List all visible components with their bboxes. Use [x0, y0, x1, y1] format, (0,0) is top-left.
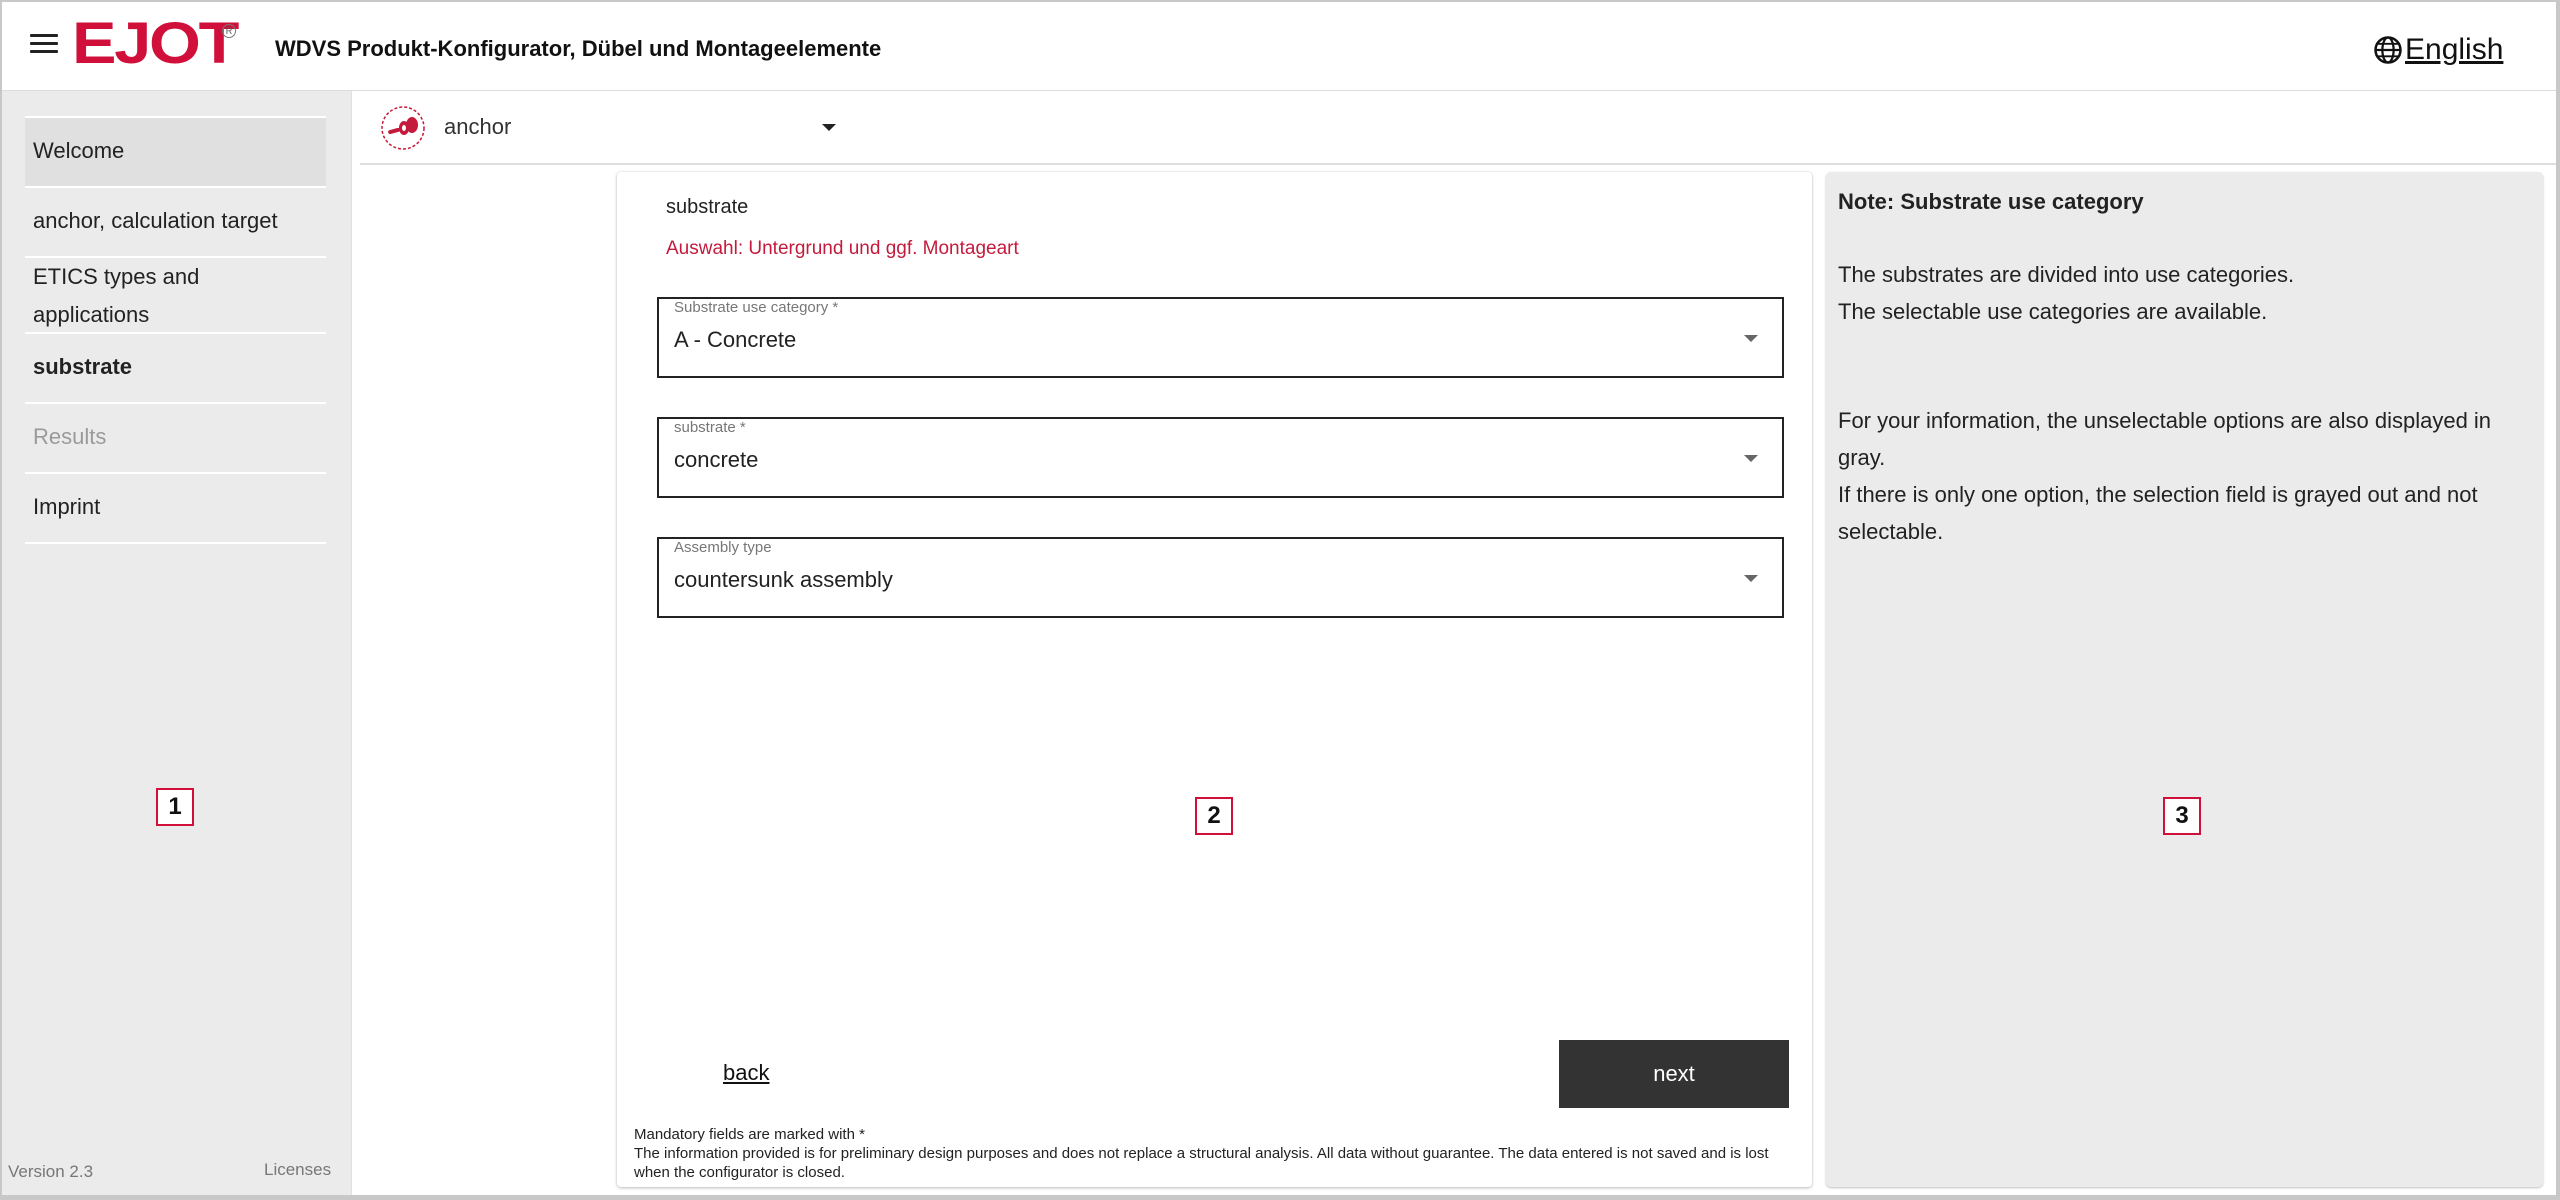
version-label: Version 2.3 — [8, 1162, 94, 1181]
region-marker-2: 2 — [1195, 797, 1233, 835]
disclaimer: The information provided is for prelimin… — [634, 1145, 1769, 1181]
anchor-selector-label: anchor — [444, 114, 512, 139]
field-value: concrete — [674, 447, 759, 472]
caret-down-icon — [1744, 575, 1758, 582]
ejot-logo: EJOT — [72, 11, 239, 76]
app-title: WDVS Produkt-Konfigurator, Dübel und Mon… — [275, 36, 882, 61]
language-switcher[interactable]: English — [2373, 33, 2503, 67]
note-text: If there is only one option, the selecti… — [1838, 482, 2478, 544]
registered-mark-icon: R — [222, 24, 236, 38]
form-card: substrate Auswahl: Untergrund und ggf. M… — [617, 172, 1812, 1187]
field-label: Assembly type — [674, 539, 772, 556]
next-button[interactable]: next — [1559, 1040, 1789, 1108]
assembly-type-select[interactable]: Assembly type countersunk assembly — [657, 537, 1784, 618]
note-title: Note: Substrate use category — [1838, 189, 2144, 214]
note-panel: Note: Substrate use category The substra… — [1826, 172, 2543, 1187]
region-marker-1: 1 — [156, 788, 194, 826]
sidebar-nav: Welcome anchor, calculation target ETICS… — [25, 116, 326, 544]
sidebar-item-results: Results — [25, 404, 326, 474]
mandatory-note: Mandatory fields are marked with * — [634, 1126, 865, 1143]
substrate-use-category-select[interactable]: Substrate use category * A - Concrete — [657, 297, 1784, 378]
field-label: substrate * — [674, 419, 746, 436]
caret-down-icon — [1744, 335, 1758, 342]
sidebar-item-imprint[interactable]: Imprint — [25, 474, 326, 544]
hamburger-menu-icon[interactable] — [30, 34, 58, 56]
note-text: The substrates are divided into use cate… — [1838, 262, 2295, 287]
step-title: substrate — [666, 196, 749, 218]
step-subtitle: Auswahl: Untergrund und ggf. Montageart — [666, 238, 1019, 259]
caret-down-icon[interactable] — [822, 124, 836, 131]
field-label: Substrate use category * — [674, 299, 839, 316]
note-text: For your information, the unselectable o… — [1838, 408, 2492, 470]
caret-down-icon — [1744, 455, 1758, 462]
field-value: A - Concrete — [674, 327, 797, 352]
sidebar-item-substrate[interactable]: substrate — [25, 334, 326, 404]
back-link[interactable]: back — [723, 1060, 769, 1086]
anchor-icon — [381, 106, 425, 150]
sidebar-item-anchor-calculation-target[interactable]: anchor, calculation target — [25, 188, 326, 258]
field-value: countersunk assembly — [674, 567, 893, 592]
licenses-link[interactable]: Licenses — [264, 1160, 331, 1180]
sidebar-item-welcome[interactable]: Welcome — [25, 118, 326, 188]
substrate-select[interactable]: substrate * concrete — [657, 417, 1784, 498]
app-header: EJOT R WDVS Produkt-Konfigurator, Dübel … — [0, 0, 2560, 91]
note-text: The selectable use categories are availa… — [1838, 299, 2268, 324]
footnote: Mandatory fields are marked with * The i… — [634, 1125, 1804, 1182]
language-label[interactable]: English — [2405, 33, 2503, 67]
anchor-selector[interactable]: anchor — [360, 92, 2560, 165]
globe-icon — [2374, 36, 2402, 64]
region-marker-3: 3 — [2163, 797, 2201, 835]
sidebar: Welcome anchor, calculation target ETICS… — [0, 91, 352, 1200]
sidebar-item-etics-types[interactable]: ETICS types and applications — [25, 258, 326, 334]
